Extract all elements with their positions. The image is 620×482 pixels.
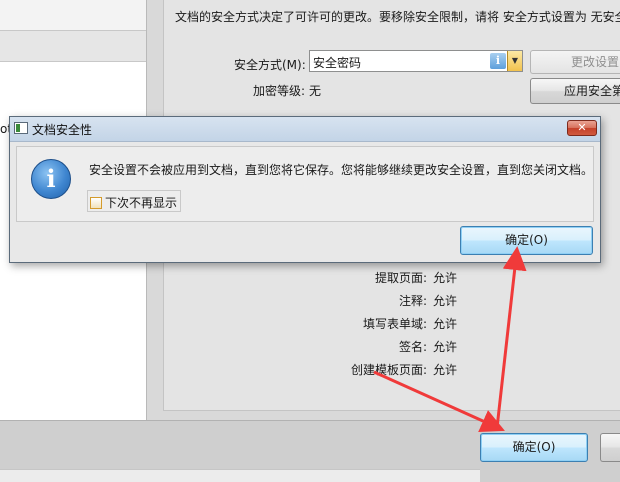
annotation-arrows <box>373 246 527 433</box>
annotation-arrow-right <box>373 370 505 433</box>
annotation-arrow-up <box>495 246 527 429</box>
